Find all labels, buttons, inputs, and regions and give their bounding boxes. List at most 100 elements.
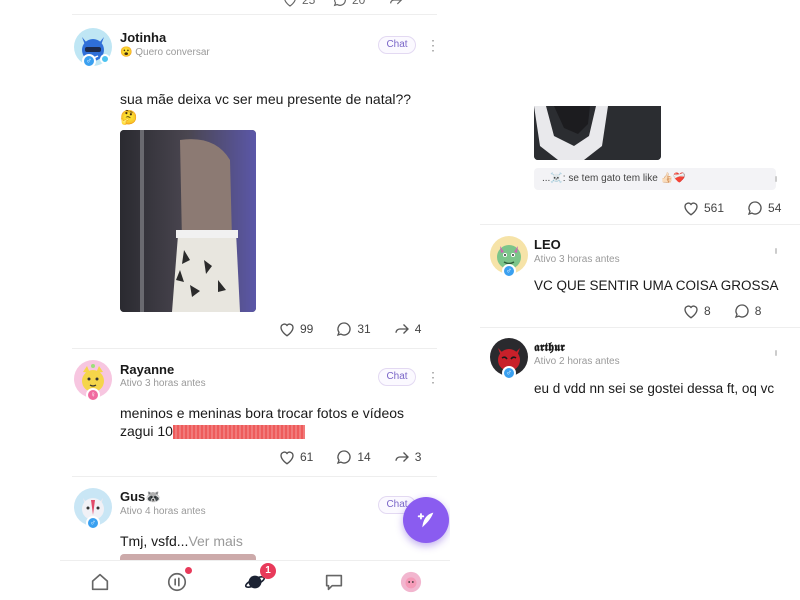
user-status: Ativo 4 horas antes	[120, 506, 206, 517]
post-photo[interactable]	[534, 106, 661, 160]
post-caption: ...☠️: se tem gato tem like 👍🏻❤️‍🩹	[534, 168, 776, 190]
post-text-emoji: 🤔	[120, 109, 138, 125]
male-badge-icon: ♂	[502, 264, 516, 278]
comment-icon	[337, 322, 352, 337]
heart-icon	[284, 0, 296, 7]
comment-action[interactable]: 20	[332, 0, 365, 8]
like-action[interactable]: 8	[682, 302, 711, 320]
like-action[interactable]: 561	[682, 199, 724, 217]
post-text-line: zagui 10	[120, 422, 440, 440]
user-status: Ativo 3 horas antes	[534, 254, 620, 265]
post-actions: 99 31 4	[278, 320, 421, 338]
like-count: 25	[302, 0, 316, 7]
more-options-icon[interactable]: ⋮	[426, 38, 440, 52]
avatar[interactable]: ♂	[74, 488, 112, 530]
male-badge-icon: ♂	[82, 54, 96, 68]
username[interactable]: LEO	[534, 237, 561, 252]
new-post-button[interactable]	[403, 497, 449, 543]
comment-icon	[747, 201, 762, 216]
nav-chats[interactable]	[321, 569, 347, 595]
user-status: 😮 Quero conversar	[120, 47, 210, 58]
divider	[72, 476, 437, 477]
post-actions: 8 8	[682, 302, 761, 320]
comment-action[interactable]: 31	[335, 320, 371, 338]
post-text-line: Tmj, vsfd...	[120, 533, 189, 549]
heart-icon	[684, 202, 698, 216]
avatar[interactable]: ♂	[490, 236, 528, 278]
username-emoji: 🦝	[145, 489, 162, 504]
username-text: Gus	[120, 489, 146, 504]
avatar[interactable]: ♂	[490, 338, 528, 380]
divider	[480, 327, 800, 328]
post-text: meninos e meninas bora trocar fotos e ví…	[120, 404, 440, 440]
comment-icon	[337, 450, 352, 465]
share-icon	[395, 452, 409, 462]
post-actions: 61 14 3	[278, 448, 421, 466]
post-text: VC QUE SENTIR UMA COISA GROSSA	[534, 278, 779, 293]
status-text: Quero conversar	[135, 47, 210, 58]
share-icon	[395, 324, 409, 334]
post-actions: 561 54	[682, 199, 781, 217]
divider	[72, 348, 437, 349]
like-action[interactable]: 99	[278, 320, 313, 338]
comment-count: 20	[352, 0, 366, 7]
chat-icon	[325, 574, 343, 591]
like-count: 8	[704, 304, 711, 318]
previous-post-actions: 25 20	[60, 0, 450, 8]
post-photo[interactable]	[120, 130, 256, 312]
chat-button[interactable]: Chat	[378, 368, 416, 386]
comment-action[interactable]: 14	[335, 448, 371, 466]
comment-count: 31	[357, 322, 371, 336]
post-text: sua mãe deixa vc ser meu presente de nat…	[120, 90, 440, 126]
voice-icon	[167, 572, 187, 592]
cat-photo-image	[534, 106, 661, 160]
share-icon	[390, 0, 403, 5]
nav-planet[interactable]: 1	[242, 563, 276, 595]
comment-count: 8	[754, 304, 762, 318]
chat-button[interactable]: Chat	[378, 36, 416, 54]
photo-image	[120, 130, 256, 312]
right-feed-panel: ...☠️: se tem gato tem like 👍🏻❤️‍🩹 561 5…	[470, 0, 800, 600]
nav-home[interactable]	[87, 569, 113, 595]
username[interactable]: Gus🦝	[120, 489, 161, 505]
heart-icon	[684, 305, 698, 319]
heart-icon	[280, 323, 294, 337]
avatar[interactable]: ♀	[74, 360, 112, 402]
share-action[interactable]: 3	[393, 448, 422, 466]
share-count: 4	[414, 322, 422, 336]
online-indicator	[100, 54, 110, 64]
divider	[72, 14, 437, 15]
male-badge-icon: ♂	[86, 516, 100, 530]
see-more-link[interactable]: Ver mais	[188, 533, 242, 549]
profile-avatar-icon	[400, 571, 422, 593]
like-action[interactable]: 61	[278, 448, 313, 466]
comment-action[interactable]: 8	[733, 302, 762, 320]
post-text-fragment: zagui 10	[120, 423, 173, 439]
quill-plus-icon	[417, 512, 434, 528]
male-badge-icon: ♂	[502, 366, 516, 380]
username[interactable]: Jotinha	[120, 30, 166, 45]
like-count: 99	[300, 322, 314, 336]
user-status: Ativo 3 horas antes	[120, 378, 206, 389]
post-text-line: meninos e meninas bora trocar fotos e ví…	[120, 405, 405, 421]
bottom-navigation: 1	[60, 560, 450, 600]
home-icon	[91, 573, 109, 591]
notification-dot	[185, 567, 192, 574]
like-action[interactable]: 25	[282, 0, 315, 8]
left-feed-panel: 25 20 ♂ Jotinha 😮 Quero conversar Chat ⋮…	[60, 0, 450, 600]
female-badge-icon: ♀	[86, 388, 100, 402]
comment-action[interactable]: 54	[746, 199, 781, 217]
avatar[interactable]: ♂	[74, 28, 112, 68]
scroll-edge	[775, 248, 777, 254]
post-text: Tmj, vsfd...Ver mais	[120, 532, 420, 550]
share-action[interactable]: 4	[393, 320, 422, 338]
nav-voice[interactable]	[164, 567, 192, 595]
scroll-edge	[775, 176, 777, 182]
username[interactable]: 𝖆𝖗𝖙𝖍𝖚𝖗	[534, 340, 565, 355]
username[interactable]: Rayanne	[120, 362, 174, 377]
more-options-icon[interactable]: ⋮	[426, 370, 440, 384]
share-action[interactable]	[388, 0, 404, 8]
nav-profile[interactable]	[398, 569, 424, 595]
share-count: 3	[414, 450, 422, 464]
comment-icon	[333, 0, 346, 7]
